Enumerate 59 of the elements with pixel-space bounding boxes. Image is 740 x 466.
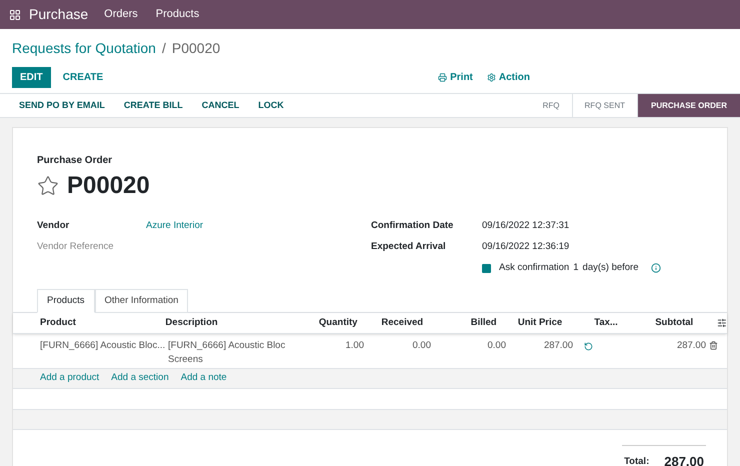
print-button[interactable]: Print xyxy=(438,70,473,85)
table-cell-text: 1.00 xyxy=(344,339,364,353)
vendor-link[interactable]: Azure Interior xyxy=(146,218,204,234)
field-label: Expected Arrival xyxy=(371,240,447,254)
add-line-link[interactable]: Add a section xyxy=(111,371,169,386)
apps-menu-icon[interactable] xyxy=(9,8,21,20)
field-label: Confirmation Date xyxy=(371,218,454,233)
column-header[interactable]: Billed xyxy=(423,316,497,330)
date-value: 09/16/2022 12:37:31 xyxy=(482,218,570,233)
column-header[interactable]: Description xyxy=(165,316,299,330)
header-button[interactable]: CREATE BILL xyxy=(116,98,190,112)
delete-icon[interactable] xyxy=(709,341,718,350)
field-label: Vendor Reference xyxy=(37,240,115,254)
create-button[interactable]: CREATE xyxy=(56,67,110,88)
gear-icon xyxy=(486,73,496,82)
table-cell-text: 0.00 xyxy=(412,339,431,353)
column-header[interactable]: Tax... xyxy=(562,316,622,330)
reset-icon[interactable] xyxy=(584,342,593,351)
total-label: Total: xyxy=(624,454,650,466)
printer-icon xyxy=(438,73,448,82)
sheet-subtitle: Purchase Order xyxy=(37,154,114,168)
table-cell-text: 0.00 xyxy=(486,339,506,353)
column-header[interactable]: Subtotal xyxy=(622,316,694,330)
column-settings-icon[interactable] xyxy=(717,318,727,328)
record-name: P00020 xyxy=(67,171,150,201)
menu-item[interactable]: Orders xyxy=(104,6,138,23)
date-value: 09/16/2022 12:36:19 xyxy=(482,240,570,254)
ask-confirmation-checkbox[interactable] xyxy=(482,264,491,272)
notebook-tab[interactable]: Other Information xyxy=(94,289,188,313)
column-header[interactable]: Product xyxy=(40,316,166,330)
days-value[interactable]: 1 xyxy=(573,260,579,276)
menu-item[interactable]: Products xyxy=(156,6,200,23)
breadcrumb-separator: / xyxy=(162,39,166,58)
status-stage[interactable]: RFQ xyxy=(530,94,573,117)
status-stage[interactable]: PURCHASE ORDER xyxy=(638,94,740,117)
add-line-link[interactable]: Add a product xyxy=(40,371,100,386)
breadcrumb-current: P00020 xyxy=(172,39,220,58)
breadcrumb-link[interactable]: Requests for Quotation xyxy=(12,38,156,59)
field-label: Vendor xyxy=(37,218,70,233)
table-cell-text: 287.00 xyxy=(676,339,706,353)
checkbox-label: Ask confirmation xyxy=(499,260,570,275)
star-icon[interactable] xyxy=(37,175,59,197)
info-icon[interactable] xyxy=(650,263,661,273)
column-header[interactable]: Quantity xyxy=(298,316,358,330)
notebook-tab[interactable]: Products xyxy=(37,289,94,313)
edit-button[interactable]: EDIT xyxy=(12,67,51,88)
table-cell-text: [FURN_6666] Acoustic Bloc Screens xyxy=(168,339,286,367)
header-button[interactable]: CANCEL xyxy=(194,98,246,112)
column-header[interactable]: Unit Price xyxy=(496,316,562,330)
table-cell-text: [FURN_6666] Acoustic Bloc... xyxy=(40,339,166,353)
total-value: 287.00 xyxy=(664,453,704,466)
column-header[interactable]: Received xyxy=(357,316,424,330)
app-title[interactable]: Purchase xyxy=(29,4,88,25)
header-button[interactable]: LOCK xyxy=(251,98,291,112)
header-button[interactable]: SEND PO BY EMAIL xyxy=(12,98,112,112)
add-line-link[interactable]: Add a note xyxy=(180,371,227,386)
table-cell-text: 287.00 xyxy=(542,339,573,353)
action-button[interactable]: Action xyxy=(486,70,530,85)
checkbox-label: day(s) before xyxy=(582,260,639,275)
